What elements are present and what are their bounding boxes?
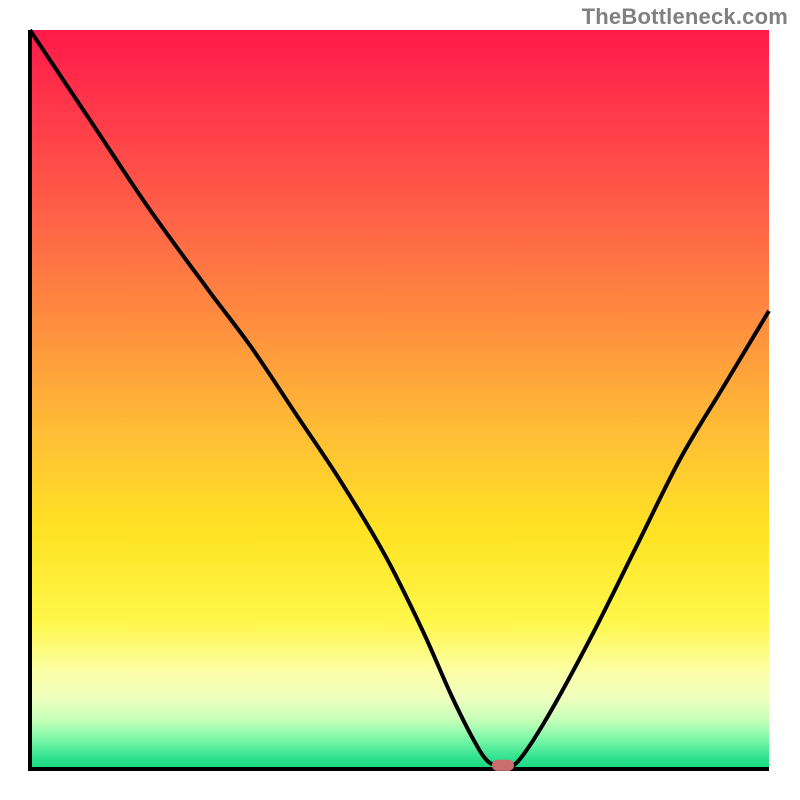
- min-marker: [492, 760, 514, 771]
- plot-area: [30, 30, 769, 769]
- watermark-text: TheBottleneck.com: [582, 4, 788, 30]
- chart-container: TheBottleneck.com: [0, 0, 800, 800]
- bottleneck-chart: [0, 0, 800, 800]
